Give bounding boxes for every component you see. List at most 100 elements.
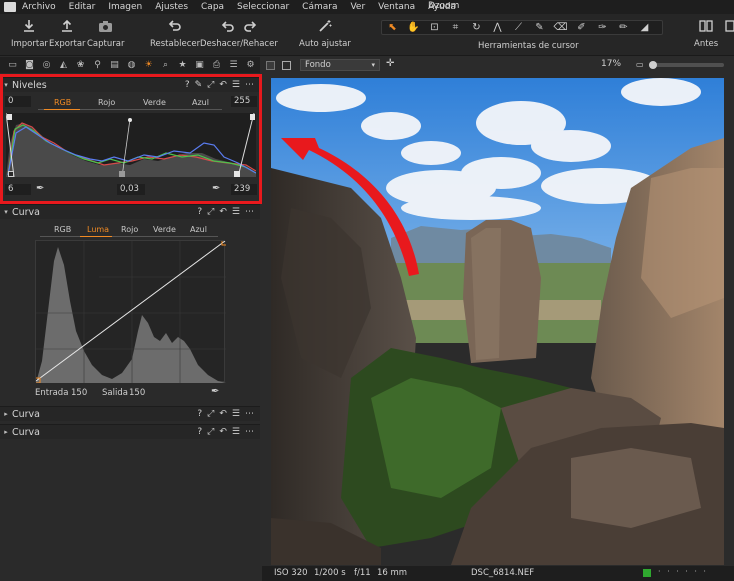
curve-channel-verde[interactable]: Verde — [153, 225, 176, 234]
eraser-icon[interactable]: ⌫ — [550, 22, 571, 33]
undo-redo-button[interactable]: Deshacer/Rehacer — [200, 18, 278, 49]
menu-ver[interactable]: Ver — [350, 2, 365, 12]
curve-channel-azul[interactable]: Azul — [190, 225, 207, 234]
single-view-icon[interactable] — [266, 61, 275, 70]
picker-icon[interactable]: ✑ — [592, 22, 613, 33]
app-icon[interactable] — [4, 2, 16, 12]
layers-tab-icon[interactable]: ▤ — [106, 60, 123, 70]
select-cursor-icon[interactable]: ⬉ — [382, 22, 403, 33]
expand-icon[interactable]: ⤢ — [207, 207, 214, 217]
expand-icon[interactable]: ⤢ — [207, 409, 214, 419]
rating-dots[interactable]: · · · · · · — [658, 567, 708, 576]
expand-arrow-icon[interactable]: ▸ — [0, 428, 12, 436]
output-tab-icon[interactable]: ⎙ — [208, 60, 225, 70]
curve-output-label: Salida — [102, 388, 128, 398]
white-balance-icon[interactable]: ◢ — [634, 22, 655, 33]
loupe-icon[interactable]: ⊡ — [424, 22, 445, 33]
metadata-tab-icon[interactable]: ▣ — [191, 60, 208, 70]
menu-ajustes[interactable]: Ajustes — [155, 2, 188, 12]
sun-tab-icon[interactable]: ☀ — [140, 60, 157, 70]
reset-icon[interactable]: ↶ — [219, 427, 227, 437]
capture-button[interactable]: Capturar — [87, 18, 124, 49]
gradient-icon[interactable]: ✐ — [571, 22, 592, 33]
curve-collapsed-header-1[interactable]: ▸ Curva ? ⤢ ↶ ☰ ⋯ — [0, 406, 260, 421]
main-toolbar: Importar Exportar Capturar Restablecer D… — [0, 14, 734, 56]
adjust-tab-icon[interactable]: ◍ — [123, 60, 140, 70]
grid-icon — [722, 18, 734, 34]
background-select-value: Fondo — [305, 60, 331, 70]
menu-capa[interactable]: Capa — [201, 2, 224, 12]
reset-button[interactable]: Restablecer — [150, 18, 200, 49]
status-iso: ISO 320 — [274, 568, 308, 578]
spot-icon[interactable]: ⟋ — [508, 22, 529, 33]
detail-tab-icon[interactable]: ⚲ — [89, 60, 106, 70]
curve-collapsed-header-2[interactable]: ▸ Curva ? ⤢ ↶ ☰ ⋯ — [0, 424, 260, 439]
grid-button[interactable] — [722, 18, 734, 34]
status-filename: DSC_6814.NEF — [471, 568, 535, 578]
curve-channel-rgb[interactable]: RGB — [54, 225, 71, 234]
curve-channel-rojo[interactable]: Rojo — [121, 225, 138, 234]
zoom-value: 17% — [601, 59, 622, 69]
help-icon[interactable]: ? — [197, 409, 202, 419]
batch-tab-icon[interactable]: ☰ — [225, 60, 242, 70]
menu-icon[interactable]: ☰ — [232, 207, 240, 217]
viewer-header: Fondo ▾ ✛ 17% ▭ — [262, 58, 734, 73]
before-after-icon — [698, 18, 714, 34]
zoom-slider-knob[interactable] — [649, 61, 657, 69]
export-button[interactable]: Exportar — [49, 18, 86, 49]
menu-seleccionar[interactable]: Seleccionar — [237, 2, 289, 12]
rotate-icon[interactable]: ↻ — [466, 22, 487, 33]
curve-channel-active-underline — [80, 236, 112, 237]
zoom-out-icon[interactable]: ▭ — [636, 60, 644, 69]
import-icon — [21, 18, 37, 34]
tool-tabs: ▭ ◙ ◎ ◭ ❀ ⚲ ▤ ◍ ☀ ⌕ ★ ▣ ⎙ ☰ ⚙ — [0, 57, 260, 73]
zoom-slider[interactable] — [649, 61, 724, 69]
menu-archivo[interactable]: Archivo — [22, 2, 56, 12]
photo-viewer-image[interactable] — [271, 78, 724, 565]
capture-tab-icon[interactable]: ◙ — [21, 60, 38, 70]
curve-input-value: 150 — [71, 388, 88, 398]
menu-icon[interactable]: ☰ — [232, 427, 240, 437]
more-icon[interactable]: ⋯ — [245, 427, 254, 437]
more-icon[interactable]: ⋯ — [245, 409, 254, 419]
curve-eyedropper-icon[interactable]: ✒ — [211, 386, 219, 397]
status-indicator — [643, 569, 651, 577]
more-icon[interactable]: ⋯ — [245, 207, 254, 217]
expand-icon[interactable]: ⤢ — [207, 427, 214, 437]
collapse-arrow-icon[interactable]: ▾ — [0, 208, 12, 216]
undo-redo-label: Deshacer/Rehacer — [200, 39, 278, 49]
curve-header[interactable]: ▾ Curva ? ⤢ ↶ ☰ ⋯ — [0, 204, 260, 219]
library-tab-icon[interactable]: ▭ — [4, 60, 21, 70]
help-icon[interactable]: ? — [197, 427, 202, 437]
brush-icon[interactable]: ✎ — [529, 22, 550, 33]
settings-tab-icon[interactable]: ⚙ — [242, 60, 259, 70]
auto-adjust-button[interactable]: Auto ajustar — [299, 18, 351, 49]
lens-tab-icon[interactable]: ◎ — [38, 60, 55, 70]
import-button[interactable]: Importar — [11, 18, 48, 49]
help-icon[interactable]: ? — [197, 207, 202, 217]
annotate-icon[interactable]: ✏ — [613, 22, 634, 33]
background-select[interactable]: Fondo ▾ — [300, 59, 380, 71]
menu-camara[interactable]: Cámara — [302, 2, 337, 12]
reset-icon[interactable]: ↶ — [219, 409, 227, 419]
star-tab-icon[interactable]: ★ — [174, 60, 191, 70]
search-tab-icon[interactable]: ⌕ — [157, 60, 174, 70]
curve-graph[interactable] — [34, 239, 228, 384]
crosshair-icon[interactable]: ✛ — [386, 58, 394, 69]
curve-channel-luma[interactable]: Luma — [87, 225, 109, 234]
multi-view-icon[interactable] — [282, 61, 291, 70]
menu-imagen[interactable]: Imagen — [108, 2, 142, 12]
export-icon — [59, 18, 75, 34]
menu-editar[interactable]: Editar — [69, 2, 96, 12]
reset-icon[interactable]: ↶ — [219, 207, 227, 217]
pan-hand-icon[interactable]: ✋ — [403, 22, 424, 33]
expand-arrow-icon[interactable]: ▸ — [0, 410, 12, 418]
before-button[interactable]: Antes — [694, 18, 718, 49]
menu-icon[interactable]: ☰ — [232, 409, 240, 419]
color-tab-icon[interactable]: ❀ — [72, 60, 89, 70]
capture-label: Capturar — [87, 39, 125, 49]
crop-icon[interactable]: ⌗ — [445, 22, 466, 33]
menu-ventana[interactable]: Ventana — [378, 2, 415, 12]
keystone-icon[interactable]: ⋀ — [487, 22, 508, 33]
exposure-tab-icon[interactable]: ◭ — [55, 60, 72, 70]
